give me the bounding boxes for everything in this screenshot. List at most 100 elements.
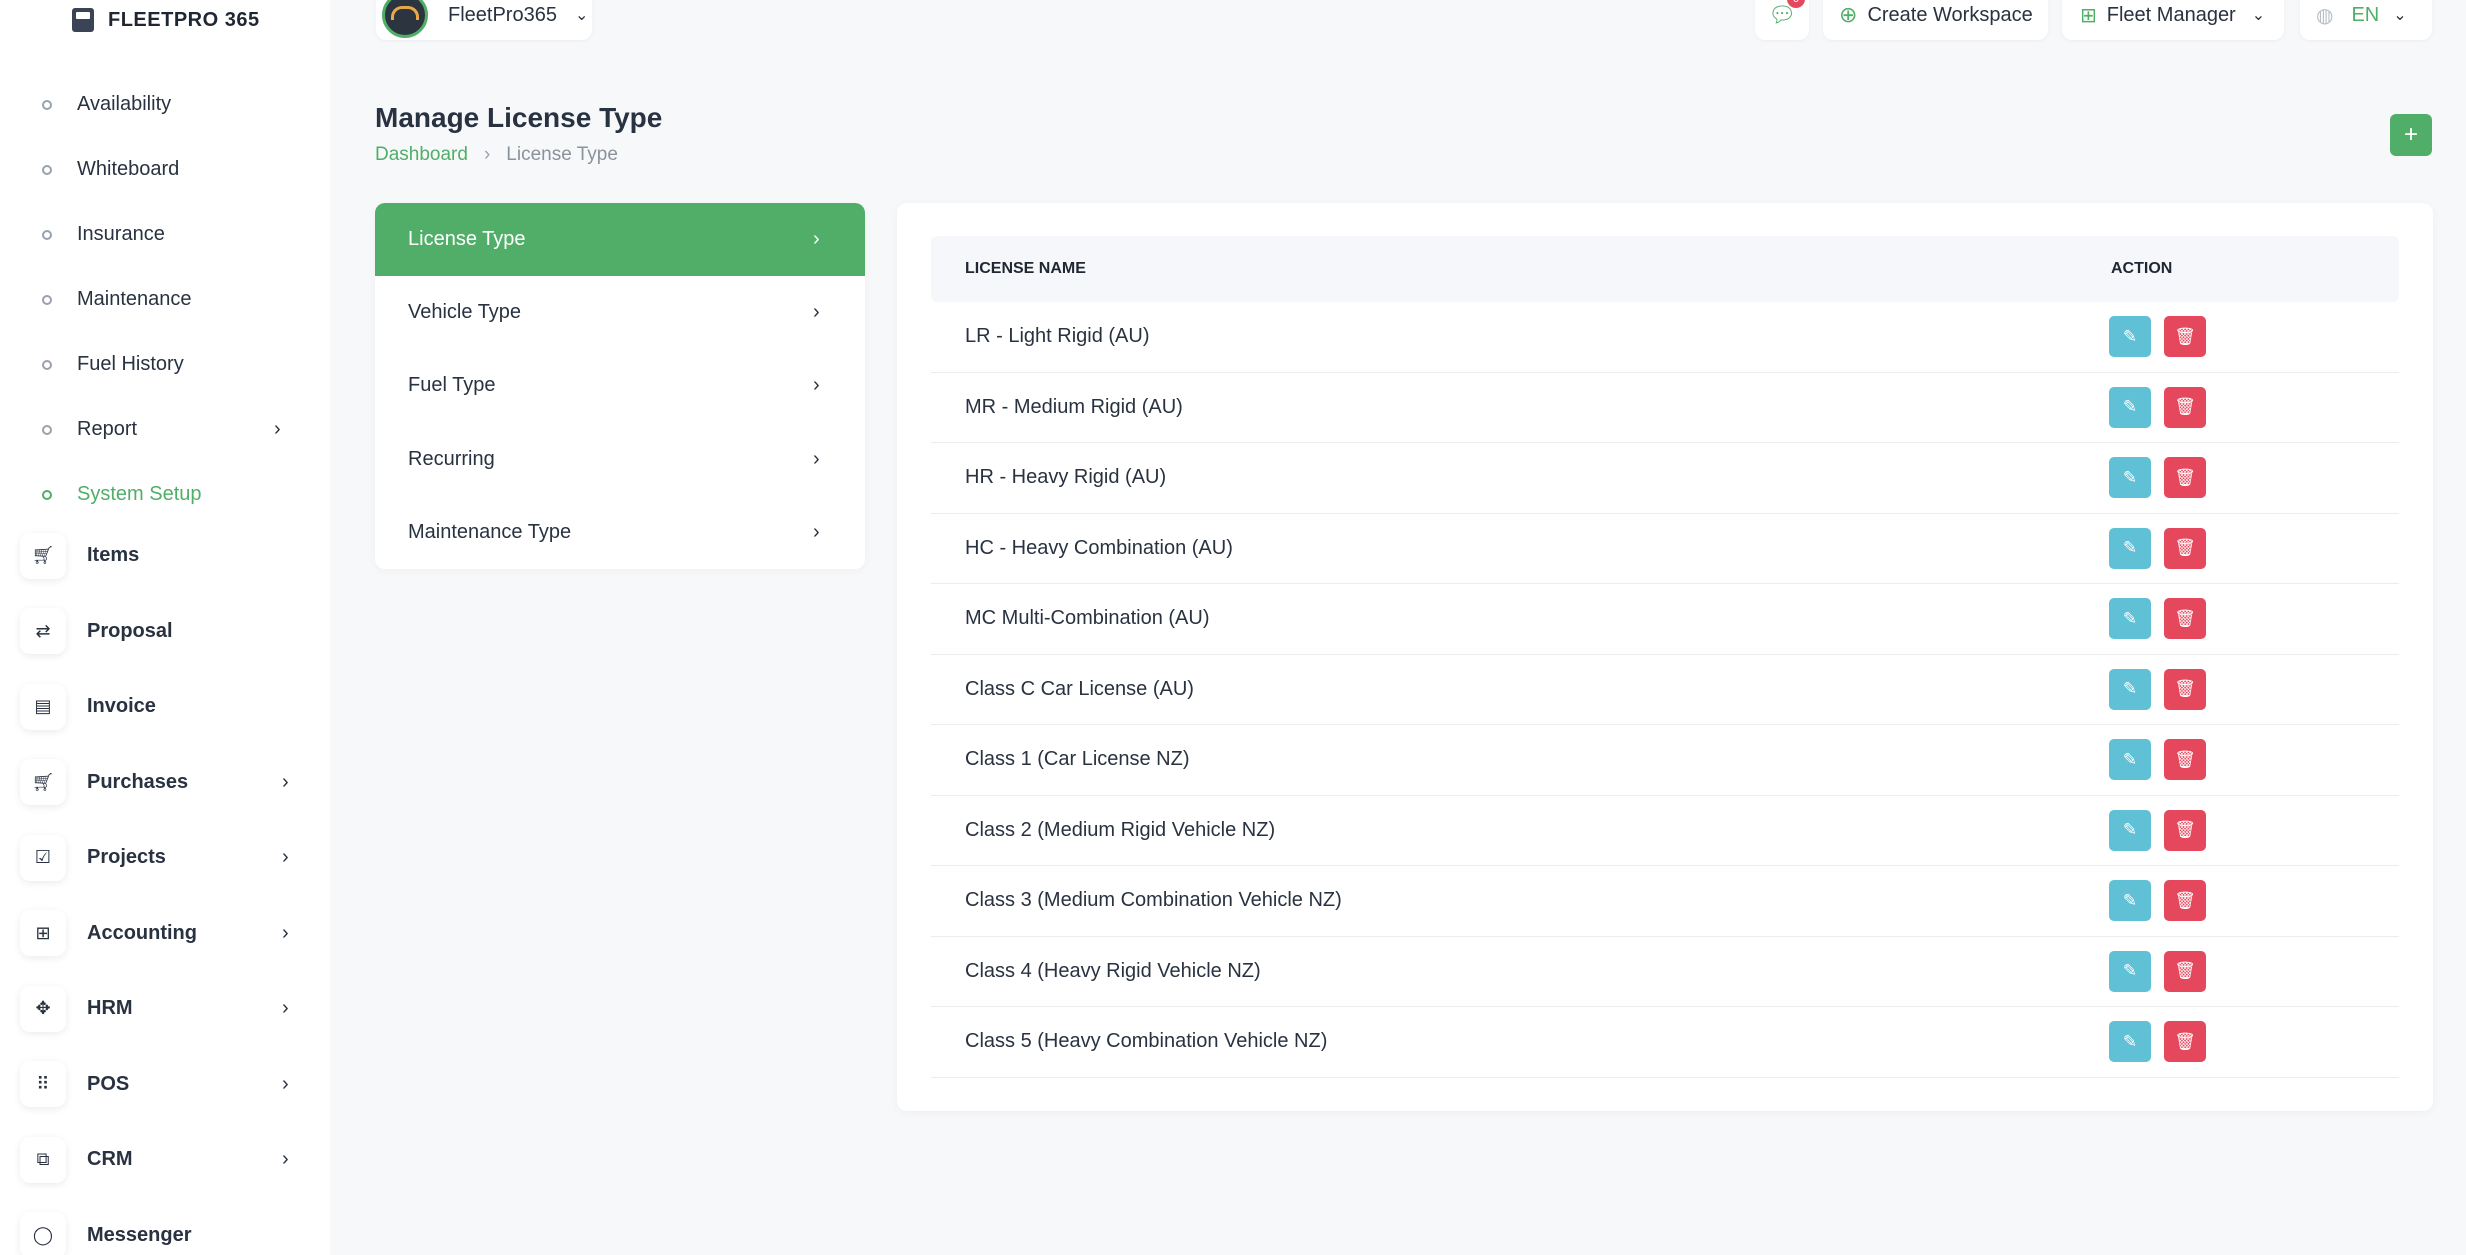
subnav-item-maintenance[interactable]: Maintenance [0, 267, 330, 332]
subnav-label: Whiteboard [77, 158, 180, 180]
role-selector[interactable]: ⊞ Fleet Manager ⌄ [2062, 0, 2284, 40]
edit-button[interactable]: ✎ [2109, 668, 2151, 710]
sidebar-item-label: Items [87, 544, 140, 567]
language-selector[interactable]: ◍ EN ⌄ [2300, 0, 2432, 40]
settings-item-recurring[interactable]: Recurring › [375, 423, 865, 496]
delete-button[interactable]: 🗑︎ [2164, 809, 2206, 851]
edit-button[interactable]: ✎ [2109, 880, 2151, 921]
role-label: Fleet Manager [2106, 3, 2236, 26]
chevron-right-icon: › [282, 1148, 289, 1171]
sidebar-item-label: Accounting [87, 921, 197, 944]
sidebar-item-label: Projects [87, 846, 166, 869]
delete-button[interactable]: 🗑︎ [2164, 457, 2206, 498]
globe-icon: ◍ [2316, 4, 2334, 27]
license-name-cell: Class 1 (Car License NZ) [965, 748, 1190, 770]
delete-button[interactable]: 🗑︎ [2164, 598, 2206, 639]
sidebar-item-label: HRM [87, 997, 133, 1020]
system-subnav: Availability Whiteboard Insurance Mainte… [0, 72, 330, 527]
bullet-icon [42, 164, 52, 175]
delete-button[interactable]: 🗑︎ [2164, 880, 2206, 921]
edit-button[interactable]: ✎ [2109, 598, 2151, 639]
table-row: LR - Light Rigid (AU) ✎ 🗑︎ [931, 302, 2399, 373]
delete-button[interactable]: 🗑︎ [2164, 1021, 2206, 1062]
speedometer-icon [382, 0, 428, 38]
delete-button[interactable]: 🗑︎ [2164, 668, 2206, 710]
trash-icon: 🗑︎ [2174, 326, 2196, 346]
subnav-label: Availability [77, 93, 172, 115]
sidebar-item-projects[interactable]: ☑ Projects › [0, 820, 330, 896]
table-row: Class 1 (Car License NZ) ✎ 🗑︎ [931, 725, 2399, 796]
edit-button[interactable]: ✎ [2109, 739, 2151, 780]
chevron-right-icon: › [813, 447, 820, 470]
messages-button[interactable]: 💬︎ 0 [1755, 0, 1809, 40]
trash-icon: 🗑︎ [2174, 467, 2196, 487]
bullet-icon [42, 294, 52, 305]
sidebar-item-items[interactable]: 🛒︎ Items [0, 518, 330, 594]
license-table-card: LICENSE NAME ACTION LR - Light Rigid (AU… [897, 203, 2433, 1111]
language-label: EN [2351, 3, 2380, 26]
edit-button[interactable]: ✎ [2109, 527, 2151, 569]
sidebar-item-messenger[interactable]: ◯ Messenger [0, 1198, 330, 1255]
workspace-name: FleetPro365 [448, 3, 557, 26]
edit-button[interactable]: ✎ [2109, 1021, 2151, 1062]
delete-button[interactable]: 🗑︎ [2164, 527, 2206, 569]
column-header-action: ACTION [2111, 260, 2173, 277]
trash-icon: 🗑︎ [2174, 608, 2196, 628]
delete-button[interactable]: 🗑︎ [2164, 386, 2206, 428]
chevron-down-icon: ⌄ [2251, 7, 2266, 24]
license-name-cell: HC - Heavy Combination (AU) [965, 536, 1233, 559]
sidebar-item-invoice[interactable]: ▤ Invoice [0, 669, 330, 745]
chevron-right-icon: › [282, 846, 289, 869]
subnav-item-whiteboard[interactable]: Whiteboard [0, 137, 330, 202]
delete-button[interactable]: 🗑︎ [2164, 739, 2206, 780]
subnav-item-insurance[interactable]: Insurance [0, 202, 330, 267]
breadcrumb-dashboard[interactable]: Dashboard [375, 144, 468, 166]
license-name-cell: LR - Light Rigid (AU) [965, 325, 1150, 347]
workspace-selector[interactable]: FleetPro365 ⌄ [376, 0, 592, 40]
edit-button[interactable]: ✎ [2109, 457, 2151, 498]
breadcrumb: Dashboard › License Type [375, 144, 618, 166]
sidebar-item-pos[interactable]: ⠿ POS › [0, 1047, 330, 1123]
edit-button[interactable]: ✎ [2109, 950, 2151, 992]
subnav-label: System Setup [77, 483, 202, 505]
trash-icon: 🗑︎ [2174, 961, 2196, 980]
brand-logo[interactable]: FLEETPRO 365 [72, 8, 260, 32]
delete-button[interactable]: 🗑︎ [2164, 950, 2206, 992]
license-name-cell: Class C Car License (AU) [965, 677, 1194, 700]
sidebar-item-accounting[interactable]: ⊞ Accounting › [0, 896, 330, 972]
sidebar-item-label: Proposal [87, 619, 173, 642]
checkbox-icon: ☑ [20, 834, 66, 881]
settings-item-vehicle-type[interactable]: Vehicle Type › [375, 276, 865, 349]
plus-circle-icon: ⊕ [1839, 2, 1858, 27]
sidebar-item-crm[interactable]: ⧉ CRM › [0, 1122, 330, 1198]
settings-item-label: Fuel Type [408, 374, 496, 397]
settings-item-maintenance-type[interactable]: Maintenance Type › [375, 496, 865, 569]
subnav-item-fuel-history[interactable]: Fuel History [0, 332, 330, 397]
delete-button[interactable]: 🗑︎ [2164, 316, 2206, 357]
settings-item-license-type[interactable]: License Type › [375, 203, 865, 277]
license-name-cell: MR - Medium Rigid (AU) [965, 395, 1183, 418]
pencil-icon: ✎ [2122, 397, 2138, 416]
license-name-cell: Class 2 (Medium Rigid Vehicle NZ) [965, 818, 1276, 841]
bullet-icon [42, 229, 52, 240]
edit-button[interactable]: ✎ [2109, 809, 2151, 851]
edit-button[interactable]: ✎ [2109, 316, 2151, 357]
bullet-icon [42, 359, 52, 370]
add-button[interactable]: + [2390, 114, 2432, 156]
edit-button[interactable]: ✎ [2109, 386, 2151, 428]
sidebar-item-hrm[interactable]: ✥ HRM › [0, 971, 330, 1047]
chevron-right-icon: › [282, 770, 289, 793]
chevron-right-icon: › [813, 520, 820, 543]
settings-item-fuel-type[interactable]: Fuel Type › [375, 349, 865, 422]
column-header-license-name: LICENSE NAME [965, 260, 1086, 277]
pencil-icon: ✎ [2122, 679, 2138, 698]
pencil-icon: ✎ [2122, 890, 2138, 910]
create-workspace-button[interactable]: ⊕ Create Workspace [1823, 0, 2048, 40]
sidebar-item-proposal[interactable]: ⇄ Proposal [0, 594, 330, 670]
trash-icon: 🗑︎ [2174, 397, 2196, 416]
subnav-item-availability[interactable]: Availability [0, 72, 330, 137]
subnav-item-report[interactable]: Report › [0, 397, 330, 462]
cart-icon: 🛒︎ [20, 759, 66, 806]
sidebar-item-purchases[interactable]: 🛒︎ Purchases › [0, 745, 330, 821]
settings-item-label: Vehicle Type [408, 301, 522, 324]
